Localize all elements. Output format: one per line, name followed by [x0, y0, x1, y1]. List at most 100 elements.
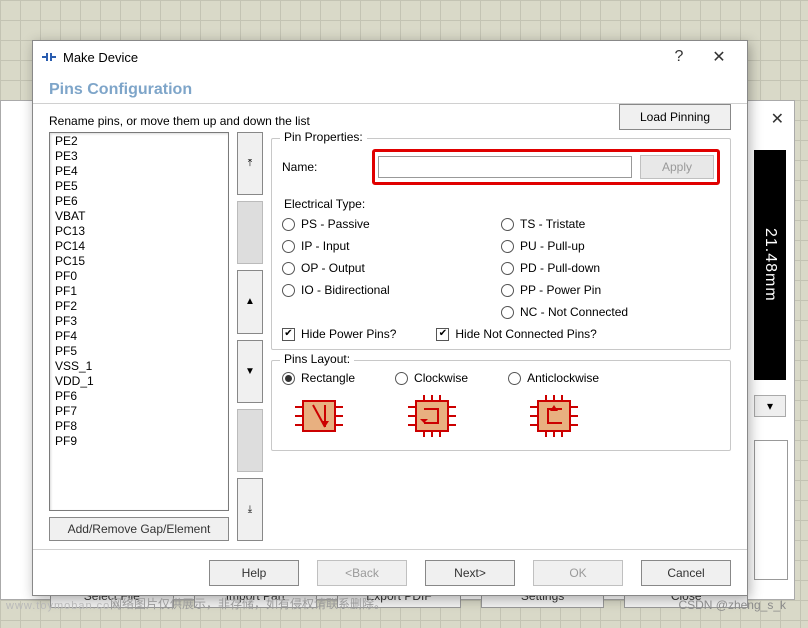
- make-device-dialog: Make Device ? ✕ Pins Configuration Renam…: [32, 40, 748, 596]
- apply-button[interactable]: Apply: [640, 155, 714, 179]
- radio-label: IP - Input: [301, 239, 349, 253]
- close-icon[interactable]: ✕: [771, 109, 784, 129]
- electrical-type-radio[interactable]: PD - Pull-down: [501, 261, 720, 275]
- cancel-button[interactable]: Cancel: [641, 560, 731, 586]
- app-icon: [41, 49, 57, 65]
- pin-list-item[interactable]: PE2: [51, 134, 227, 149]
- radio-icon: [501, 240, 514, 253]
- name-label: Name:: [282, 160, 362, 174]
- layout-option-label: Anticlockwise: [527, 371, 599, 385]
- electrical-type-radio[interactable]: PU - Pull-up: [501, 239, 720, 253]
- pin-list-item[interactable]: VBAT: [51, 209, 227, 224]
- move-down-button[interactable]: ▼: [237, 340, 263, 403]
- electrical-type-radio[interactable]: OP - Output: [282, 261, 501, 275]
- electrical-type-radio[interactable]: IO - Bidirectional: [282, 283, 501, 297]
- pin-list-item[interactable]: PE4: [51, 164, 227, 179]
- move-top-button[interactable]: ⤒: [237, 132, 263, 195]
- layout-option-clockwise[interactable]: Clockwise: [395, 371, 468, 442]
- electrical-type-label: Electrical Type:: [284, 197, 720, 211]
- back-button: <Back: [317, 560, 407, 586]
- electrical-type-radio[interactable]: PS - Passive: [282, 217, 501, 231]
- electrical-type-radio[interactable]: TS - Tristate: [501, 217, 720, 231]
- load-pinning-button[interactable]: Load Pinning: [619, 104, 731, 130]
- radio-icon: [501, 284, 514, 297]
- radio-icon: [501, 262, 514, 275]
- pin-list-item[interactable]: PE3: [51, 149, 227, 164]
- radio-label: PP - Power Pin: [520, 283, 601, 297]
- help-button[interactable]: Help: [209, 560, 299, 586]
- electrical-type-radio[interactable]: IP - Input: [282, 239, 501, 253]
- page-subtitle: Pins Configuration: [33, 73, 747, 103]
- close-icon[interactable]: ✕: [699, 47, 739, 67]
- pin-list-item[interactable]: PF0: [51, 269, 227, 284]
- pin-list-item[interactable]: PE5: [51, 179, 227, 194]
- pin-list-item[interactable]: PF2: [51, 299, 227, 314]
- pin-properties-group: Pin Properties: Name: Apply Electrical T…: [271, 138, 731, 350]
- hide-nc-pins-checkbox[interactable]: ✔ Hide Not Connected Pins?: [436, 327, 596, 341]
- watermark-site: www.toymoban.com: [6, 600, 120, 612]
- pin-list-item[interactable]: VDD_1: [51, 374, 227, 389]
- checkbox-icon: ✔: [436, 328, 449, 341]
- pin-list-item[interactable]: PC13: [51, 224, 227, 239]
- pin-list-item[interactable]: VSS_1: [51, 359, 227, 374]
- pin-listbox[interactable]: PE2PE3PE4PE5PE6VBATPC13PC14PC15PF0PF1PF2…: [49, 132, 229, 511]
- dialog-title: Make Device: [63, 50, 138, 65]
- move-up-button[interactable]: ▲: [237, 270, 263, 333]
- radio-icon: [282, 262, 295, 275]
- chevron-down-icon: ▾: [767, 399, 773, 413]
- checkbox-icon: ✔: [282, 328, 295, 341]
- measurement-panel: 21.48mm: [754, 150, 786, 380]
- radio-icon: [501, 218, 514, 231]
- radio-icon: [282, 240, 295, 253]
- pin-list-item[interactable]: PC15: [51, 254, 227, 269]
- electrical-type-radio[interactable]: PP - Power Pin: [501, 283, 720, 297]
- checkbox-label: Hide Not Connected Pins?: [455, 327, 596, 341]
- radio-icon: [395, 372, 408, 385]
- pin-list-item[interactable]: PC14: [51, 239, 227, 254]
- layout-option-label: Clockwise: [414, 371, 468, 385]
- next-button[interactable]: Next>: [425, 560, 515, 586]
- watermark-author: CSDN @zheng_s_k: [678, 598, 786, 612]
- radio-label: PU - Pull-up: [520, 239, 585, 253]
- checkbox-label: Hide Power Pins?: [301, 327, 396, 341]
- help-icon[interactable]: ?: [659, 48, 699, 66]
- side-list-placeholder: [754, 440, 788, 580]
- radio-label: OP - Output: [301, 261, 365, 275]
- electrical-type-radio[interactable]: NC - Not Connected: [501, 305, 720, 319]
- radio-label: PS - Passive: [301, 217, 370, 231]
- radio-icon: [501, 306, 514, 319]
- add-remove-gap-button[interactable]: Add/Remove Gap/Element: [49, 517, 229, 541]
- pin-list-item[interactable]: PF7: [51, 404, 227, 419]
- radio-icon: [508, 372, 521, 385]
- pin-list-item[interactable]: PF4: [51, 329, 227, 344]
- chip-rectangle-icon: [291, 393, 347, 442]
- pin-list-item[interactable]: PF6: [51, 389, 227, 404]
- watermark-text: 网络图片仅供展示，非存储，如有侵权请联系删除。: [110, 595, 386, 612]
- radio-label: TS - Tristate: [520, 217, 585, 231]
- pin-properties-legend: Pin Properties:: [280, 130, 367, 144]
- pin-list-item[interactable]: PF8: [51, 419, 227, 434]
- radio-label: IO - Bidirectional: [301, 283, 390, 297]
- pin-name-input[interactable]: [378, 156, 632, 178]
- hide-power-pins-checkbox[interactable]: ✔ Hide Power Pins?: [282, 327, 396, 341]
- dropdown-indicator[interactable]: ▾: [754, 395, 786, 417]
- chip-clockwise-icon: [404, 393, 460, 442]
- layout-option-label: Rectangle: [301, 371, 355, 385]
- pin-list-item[interactable]: PF9: [51, 434, 227, 449]
- radio-label: NC - Not Connected: [520, 305, 628, 319]
- layout-option-anticlockwise[interactable]: Anticlockwise: [508, 371, 599, 442]
- chip-anticlockwise-icon: [526, 393, 582, 442]
- pin-list-item[interactable]: PF3: [51, 314, 227, 329]
- radio-icon: [282, 284, 295, 297]
- move-bottom-button[interactable]: ⤓: [237, 478, 263, 541]
- pins-layout-legend: Pins Layout:: [280, 352, 354, 366]
- pins-layout-group: Pins Layout: RectangleClockwiseAnticlock…: [271, 360, 731, 451]
- radio-icon: [282, 218, 295, 231]
- reorder-buttons: ⤒ ▲ ▼ ⤓: [237, 132, 263, 541]
- name-highlight: Apply: [372, 149, 720, 185]
- pin-list-item[interactable]: PF5: [51, 344, 227, 359]
- reorder-spacer: [237, 201, 263, 264]
- pin-list-item[interactable]: PF1: [51, 284, 227, 299]
- pin-list-item[interactable]: PE6: [51, 194, 227, 209]
- layout-option-rectangle[interactable]: Rectangle: [282, 371, 355, 442]
